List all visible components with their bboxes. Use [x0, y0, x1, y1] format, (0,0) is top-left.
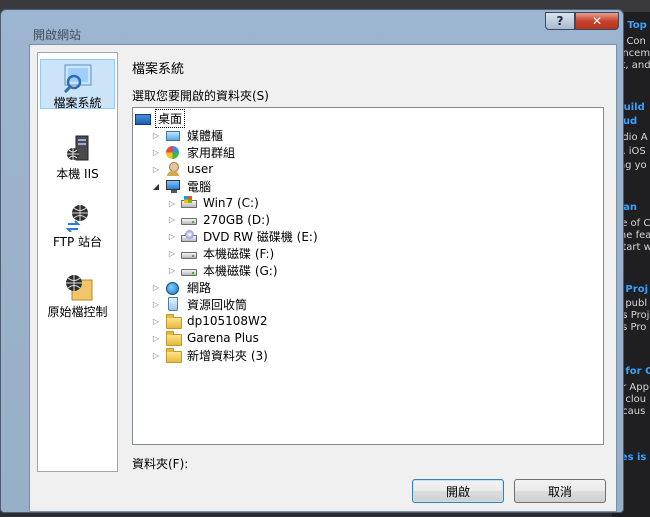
- expand-arrow-icon[interactable]: ▷: [151, 350, 161, 360]
- place-label: 本機 IIS: [56, 167, 99, 181]
- tree-node-label: 桌面: [155, 109, 186, 128]
- source-control-icon: [62, 272, 94, 302]
- computer-icon: [165, 179, 181, 194]
- folder-field-label: 資料夾(F):: [132, 457, 189, 471]
- expand-arrow-icon[interactable]: ▷: [151, 147, 161, 157]
- cancel-button[interactable]: 取消: [514, 479, 606, 503]
- expand-arrow-icon[interactable]: ▷: [151, 316, 161, 326]
- windows-drive-icon: [181, 196, 197, 210]
- ftp-site-icon: [62, 202, 94, 233]
- folder-icon: [165, 314, 182, 330]
- open-button[interactable]: 開啟: [412, 479, 504, 503]
- folder-tree-label: 選取您要開啟的資料夾(S): [132, 89, 269, 103]
- expand-arrow-icon[interactable]: ▷: [167, 198, 177, 208]
- homegroup-icon: [165, 145, 181, 160]
- tree-node[interactable]: ▷ 新增資料夾 (3): [151, 347, 270, 364]
- expand-arrow-icon[interactable]: ▷: [167, 249, 177, 259]
- tree-node[interactable]: ▷ 網路: [151, 279, 213, 296]
- drive-icon: [181, 247, 197, 261]
- dvd-drive-icon: [181, 229, 197, 244]
- place-file-system[interactable]: 檔案系統: [40, 59, 115, 110]
- tree-node[interactable]: 桌面: [135, 109, 186, 128]
- expand-arrow-icon[interactable]: ▷: [167, 232, 177, 242]
- drive-icon: [181, 213, 197, 227]
- tree-node-label: 本機磁碟 (G:): [203, 264, 278, 279]
- desktop-icon: [135, 112, 151, 126]
- expand-arrow-icon[interactable]: ▷: [167, 215, 177, 225]
- tree-node-label: 電腦: [187, 179, 212, 194]
- tree-node[interactable]: ▷ Win7 (C:): [167, 195, 261, 212]
- dialog-title: 開啟網站: [33, 28, 82, 42]
- close-icon: ✕: [591, 14, 603, 28]
- expand-arrow-icon[interactable]: ▷: [151, 283, 161, 293]
- tree-node-label: DVD RW 磁碟機 (E:): [203, 230, 318, 245]
- tree-node[interactable]: ▷ 本機磁碟 (G:): [167, 262, 280, 279]
- collapse-arrow-icon[interactable]: ◢: [151, 181, 161, 191]
- libraries-icon: [165, 128, 181, 142]
- tree-node-label: 家用群組: [187, 145, 236, 160]
- close-button[interactable]: ✕: [575, 12, 619, 30]
- expand-arrow-icon[interactable]: ▷: [151, 299, 161, 309]
- tree-node-label: 媒體櫃: [187, 128, 224, 143]
- network-icon: [165, 281, 181, 295]
- tree-node[interactable]: ▷ 本機磁碟 (F:): [167, 245, 276, 262]
- tree-node[interactable]: ▷ Garena Plus: [151, 330, 261, 347]
- help-icon: ?: [556, 14, 564, 28]
- expand-arrow-icon[interactable]: ▷: [151, 333, 161, 343]
- tree-node[interactable]: ▷ dp105108W2: [151, 313, 270, 330]
- tree-node-label: 本機磁碟 (F:): [203, 247, 275, 262]
- tree-node[interactable]: ▷ user: [151, 161, 215, 178]
- tree-node-label: 270GB (D:): [203, 212, 270, 227]
- open-website-dialog: 開啟網站 ? ✕ 檔案系統本機 IIS FTP 站台 原始檔控制 檔案系統 選取您要…: [0, 9, 624, 513]
- drive-icon: [181, 264, 197, 278]
- folder-icon: [165, 348, 182, 364]
- folder-tree[interactable]: 桌面 ▷ 媒體櫃 ▷ 家用群組 ▷ user ◢ 電腦 ▷ Win7 (C:) ▷ 270GB (D:)…: [132, 107, 604, 445]
- user-icon: [165, 162, 181, 177]
- place-label: 原始檔控制: [47, 305, 108, 319]
- file-system-icon: [62, 63, 94, 94]
- place-label: FTP 站台: [52, 235, 103, 249]
- section-title: 檔案系統: [132, 62, 185, 77]
- tree-node[interactable]: ▷ DVD RW 磁碟機 (E:): [167, 228, 320, 245]
- tree-node-label: user: [187, 162, 214, 177]
- tree-node-label: 新增資料夾 (3): [187, 348, 268, 363]
- tree-node-label: dp105108W2: [187, 314, 268, 329]
- folder-icon: [165, 331, 182, 347]
- expand-arrow-icon[interactable]: ▷: [167, 266, 177, 276]
- expand-arrow-icon[interactable]: ▷: [151, 130, 161, 140]
- local-iis-icon: [62, 134, 94, 164]
- tree-node-label: 網路: [187, 281, 212, 295]
- place-label: 檔案系統: [53, 96, 102, 110]
- place-local-iis[interactable]: 本機 IIS: [40, 131, 115, 181]
- expand-arrow-icon[interactable]: ▷: [151, 164, 161, 174]
- place-ftp-site[interactable]: FTP 站台: [40, 199, 115, 249]
- dialog-client-area: 檔案系統本機 IIS FTP 站台 原始檔控制 檔案系統 選取您要開啟的資料夾(S)…: [29, 44, 617, 512]
- tree-node[interactable]: ◢ 電腦: [151, 178, 213, 195]
- places-bar: 檔案系統本機 IIS FTP 站台 原始檔控制: [37, 52, 118, 472]
- place-source-control[interactable]: 原始檔控制: [40, 269, 115, 331]
- tree-node[interactable]: ▷ 家用群組: [151, 144, 237, 161]
- tree-node[interactable]: ▷ 270GB (D:): [167, 211, 272, 228]
- tree-node-label: 資源回收筒: [187, 297, 248, 312]
- tree-node[interactable]: ▷ 媒體櫃: [151, 127, 225, 144]
- tree-node-label: Win7 (C:): [203, 196, 259, 210]
- help-button[interactable]: ?: [545, 12, 575, 30]
- tree-node-label: Garena Plus: [187, 331, 259, 346]
- recycle-bin-icon: [165, 297, 181, 312]
- tree-node[interactable]: ▷ 資源回收筒: [151, 296, 249, 313]
